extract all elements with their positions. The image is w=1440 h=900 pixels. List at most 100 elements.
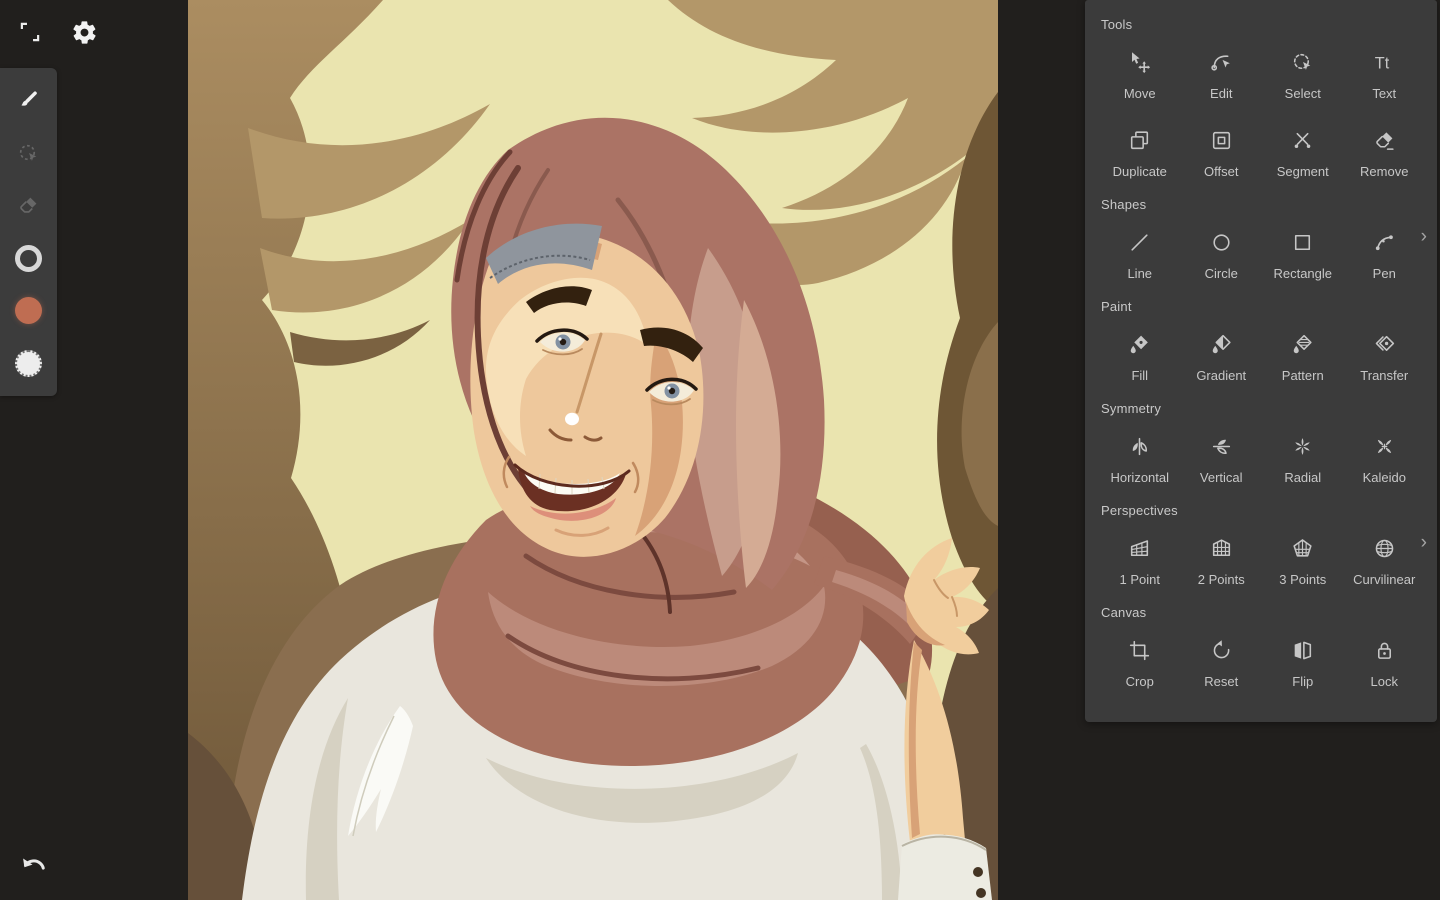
paint-pattern[interactable]: Pattern (1262, 316, 1344, 394)
eraser-tool-button[interactable] (9, 186, 49, 226)
transfer-icon (1372, 328, 1397, 362)
tool-label: Vertical (1199, 469, 1243, 485)
lasso-select-tool-icon (19, 144, 37, 161)
tool-segment[interactable]: Segment (1262, 112, 1344, 190)
tool-label: Remove (1360, 163, 1409, 179)
canvas-flip[interactable]: Flip (1262, 622, 1344, 700)
section-perspectives: Perspectives › 1 Point 2 Points 3 Points… (1099, 503, 1427, 598)
settings-gear-icon (72, 20, 96, 44)
vector-drawing-app: { "topbar": { "fullscreen_icon": "fullsc… (0, 0, 1440, 900)
vertical-symmetry-icon (1209, 430, 1234, 464)
tool-edit[interactable]: Edit (1181, 34, 1263, 112)
kaleido-symmetry-icon (1372, 430, 1397, 464)
reset-icon (1209, 634, 1234, 668)
symmetry-kaleido[interactable]: Kaleido (1344, 418, 1426, 496)
tool-move[interactable]: Move (1099, 34, 1181, 112)
lasso-select-tool-button[interactable] (9, 133, 49, 173)
section-title: Canvas (1101, 605, 1147, 620)
three-points-perspective-icon (1290, 532, 1315, 566)
section-canvas: Canvas Crop Reset Flip Lock (1099, 605, 1425, 700)
tool-label: Edit (1210, 85, 1233, 101)
line-icon (1127, 226, 1152, 260)
tool-options-panel: Tools Move Edit Select Tt Text Duplicate… (1085, 0, 1437, 722)
perspective-curvilinear[interactable]: Curvilinear (1344, 520, 1426, 598)
brush-tool-icon (20, 91, 37, 106)
artwork-portrait (188, 0, 998, 900)
tool-label: Flip (1292, 673, 1314, 689)
tool-label: Kaleido (1362, 469, 1406, 485)
fullscreen-toggle-button[interactable] (14, 16, 46, 48)
lock-icon (1372, 634, 1397, 668)
perspective-2-points[interactable]: 2 Points (1181, 520, 1263, 598)
perspectives-more-chevron-icon[interactable]: › (1421, 533, 1427, 552)
gradient-icon (1209, 328, 1234, 362)
tool-label: Pattern (1281, 367, 1324, 383)
settings-button[interactable] (68, 16, 100, 48)
brush-tip-well[interactable] (9, 343, 49, 383)
stroke-ring-icon (15, 244, 42, 272)
canvas-crop[interactable]: Crop (1099, 622, 1181, 700)
eraser-tool-icon (20, 197, 37, 213)
section-title: Symmetry (1101, 401, 1162, 416)
shape-circle[interactable]: Circle (1181, 214, 1263, 292)
edit-icon (1209, 46, 1234, 80)
paint-gradient[interactable]: Gradient (1181, 316, 1263, 394)
symmetry-horizontal[interactable]: Horizontal (1099, 418, 1181, 496)
tool-label: Rectangle (1273, 265, 1333, 281)
paint-transfer[interactable]: Transfer (1344, 316, 1426, 394)
duplicate-icon (1127, 124, 1152, 158)
tool-select[interactable]: Select (1262, 34, 1344, 112)
perspective-1-point[interactable]: 1 Point (1099, 520, 1181, 598)
tool-label: Fill (1131, 367, 1149, 383)
remove-icon (1372, 124, 1397, 158)
tool-label: Line (1127, 265, 1153, 281)
tools-grid: Move Edit Select Tt Text Duplicate Offse… (1099, 34, 1425, 190)
tool-text[interactable]: Tt Text (1344, 34, 1426, 112)
perspective-3-points[interactable]: 3 Points (1262, 520, 1344, 598)
move-icon (1127, 46, 1152, 80)
tool-label: Curvilinear (1353, 571, 1416, 587)
fill-color-well[interactable] (9, 291, 49, 331)
canvas-lock[interactable]: Lock (1344, 622, 1426, 700)
canvas-reset[interactable]: Reset (1181, 622, 1263, 700)
tool-label: Lock (1370, 673, 1398, 689)
tool-offset[interactable]: Offset (1181, 112, 1263, 190)
radial-symmetry-icon (1290, 430, 1315, 464)
top-toolbar (14, 16, 100, 48)
tool-label: Crop (1125, 673, 1154, 689)
drawing-canvas[interactable] (188, 0, 998, 900)
shape-rectangle[interactable]: Rectangle (1262, 214, 1344, 292)
undo-button[interactable] (16, 850, 50, 884)
shape-line[interactable]: Line (1099, 214, 1181, 292)
circle-icon (1209, 226, 1234, 260)
curvilinear-perspective-icon (1372, 532, 1397, 566)
tool-label: Circle (1204, 265, 1238, 281)
tool-label: Radial (1284, 469, 1322, 485)
shapes-grid: Line Circle Rectangle Pen (1099, 214, 1425, 292)
stroke-style-well[interactable] (9, 238, 49, 278)
tool-label: Horizontal (1110, 469, 1170, 485)
segment-icon (1290, 124, 1315, 158)
tool-duplicate[interactable]: Duplicate (1099, 112, 1181, 190)
symmetry-vertical[interactable]: Vertical (1181, 418, 1263, 496)
tool-label: Select (1284, 85, 1321, 101)
tool-label: Move (1123, 85, 1156, 101)
tool-label: 1 Point (1119, 571, 1160, 587)
pen-icon (1372, 226, 1397, 260)
symmetry-radial[interactable]: Radial (1262, 418, 1344, 496)
select-icon (1290, 46, 1315, 80)
paint-fill[interactable]: Fill (1099, 316, 1181, 394)
tool-label: Offset (1204, 163, 1239, 179)
tool-label: Transfer (1360, 367, 1409, 383)
tool-remove[interactable]: Remove (1344, 112, 1426, 190)
flip-icon (1290, 634, 1315, 668)
brush-tool-button[interactable] (9, 81, 49, 121)
section-symmetry: Symmetry Horizontal Vertical Radial Kale… (1099, 401, 1425, 496)
shape-pen[interactable]: Pen (1344, 214, 1426, 292)
text-icon: Tt (1371, 46, 1397, 80)
fullscreen-toggle-icon (20, 22, 40, 42)
section-title: Tools (1101, 17, 1133, 32)
section-title: Paint (1101, 299, 1132, 314)
shapes-more-chevron-icon[interactable]: › (1421, 227, 1427, 246)
canvas-grid: Crop Reset Flip Lock (1099, 622, 1425, 700)
